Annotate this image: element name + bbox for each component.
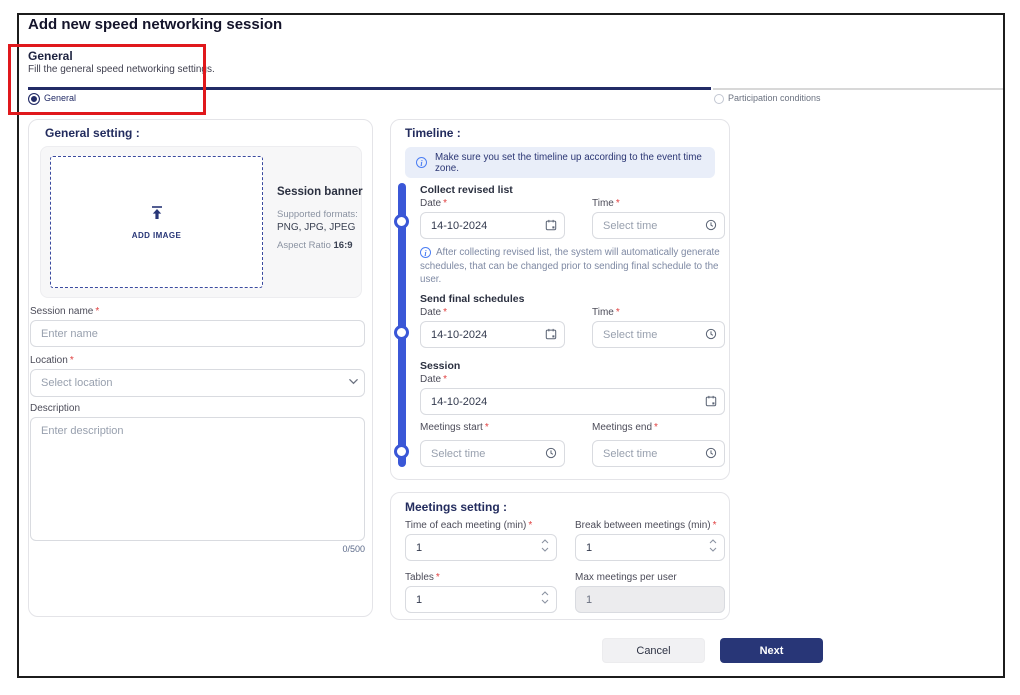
aspect-ratio-value: 16:9 [334,240,353,251]
timeline-node-2 [394,325,409,340]
break-between-label: Break between meetings (min)* [575,520,717,531]
number-stepper[interactable] [541,591,549,604]
number-stepper[interactable] [709,539,717,552]
add-image-label: ADD IMAGE [132,231,181,240]
timeline-node-1 [394,214,409,229]
auto-schedule-note: i After collecting revised list, the sys… [420,246,722,287]
supported-formats-value: PNG, JPG, JPEG [277,222,355,233]
location-select[interactable] [30,369,365,397]
tables-input[interactable] [405,586,557,613]
page-title: Add new speed networking session [28,16,282,33]
session-name-label: Session name* [30,306,99,317]
upload-icon [149,205,165,226]
max-meetings-label: Max meetings per user [575,572,677,583]
step-participation-radio-icon[interactable] [714,94,724,104]
progress-bar-rest [713,88,1003,90]
send-date-input[interactable] [420,321,565,348]
step-participation-label[interactable]: Participation conditions [728,93,821,103]
annotation-highlight-box [8,44,206,115]
session-name-input[interactable] [30,320,365,347]
meetings-start-label: Meetings start* [420,422,489,433]
char-counter: 0/500 [325,544,365,554]
meetings-start-input[interactable] [420,440,565,467]
session-date-input[interactable] [420,388,725,415]
cancel-button[interactable]: Cancel [602,638,705,663]
next-button[interactable]: Next [720,638,823,663]
location-label: Location* [30,355,74,366]
auto-schedule-note-text: After collecting revised list, the syste… [420,247,720,285]
time-each-meeting-input[interactable] [405,534,557,561]
break-between-input[interactable] [575,534,725,561]
general-setting-heading: General setting : [45,126,140,140]
supported-formats-label: Supported formats: [277,209,358,220]
clock-icon[interactable] [545,447,557,459]
clock-icon[interactable] [705,219,717,231]
chevron-down-icon[interactable] [348,376,359,387]
meetings-setting-heading: Meetings setting : [405,500,507,514]
info-icon: i [416,157,427,168]
aspect-ratio-line: Aspect Ratio 16:9 [277,240,353,251]
tables-label: Tables* [405,572,440,583]
calendar-icon[interactable] [545,219,557,231]
number-stepper[interactable] [541,539,549,552]
session-banner-title: Session banner [277,186,363,198]
collect-time-label: Time* [592,198,620,209]
timeline-heading: Timeline : [405,126,461,140]
timezone-notice: i Make sure you set the timeline up acco… [405,147,715,178]
time-each-meeting-label: Time of each meeting (min)* [405,520,532,531]
calendar-icon[interactable] [545,328,557,340]
description-textarea[interactable] [30,417,365,541]
send-time-label: Time* [592,307,620,318]
max-meetings-input [575,586,725,613]
calendar-icon[interactable] [705,395,717,407]
add-image-dropzone[interactable]: ADD IMAGE [50,156,263,288]
clock-icon[interactable] [705,328,717,340]
collect-date-label: Date* [420,198,447,209]
send-date-label: Date* [420,307,447,318]
clock-icon[interactable] [705,447,717,459]
session-step-title: Session [420,360,460,372]
session-date-label: Date* [420,374,447,385]
send-final-schedules-title: Send final schedules [420,293,524,305]
collect-date-input[interactable] [420,212,565,239]
timeline-node-3 [394,444,409,459]
info-icon: i [420,247,431,258]
meetings-end-label: Meetings end* [592,422,658,433]
timezone-notice-text: Make sure you set the timeline up accord… [435,152,715,174]
description-label: Description [30,403,80,414]
add-speed-networking-page: Add new speed networking session General… [0,0,1020,695]
collect-revised-list-title: Collect revised list [420,184,513,196]
